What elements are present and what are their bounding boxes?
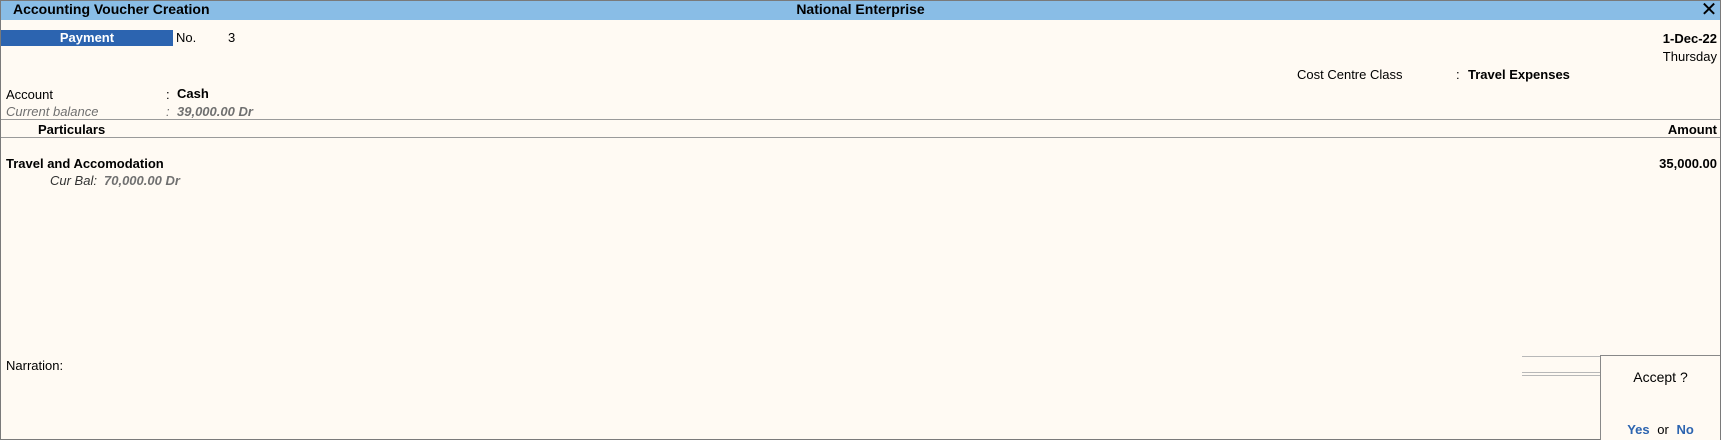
- cur-bal-label: Cur Bal:: [50, 173, 97, 188]
- current-balance-separator: :: [166, 104, 170, 119]
- account-field[interactable]: Cash: [177, 86, 209, 101]
- table-header-bottom-divider: [1, 137, 1720, 138]
- particular-ledger[interactable]: Travel and Accomodation: [6, 156, 164, 171]
- voucher-window: Accounting Voucher Creation National Ent…: [0, 0, 1721, 440]
- current-balance-value: 39,000.00 Dr: [177, 104, 253, 119]
- particular-amount[interactable]: 35,000.00: [1659, 156, 1717, 171]
- voucher-no-field[interactable]: 3: [228, 30, 235, 45]
- account-separator: :: [166, 87, 170, 102]
- accept-options: Yes or No: [1601, 422, 1720, 437]
- total-divider-lower-2: [1522, 375, 1600, 376]
- or-text: or: [1657, 422, 1669, 437]
- narration-field[interactable]: [76, 358, 476, 374]
- narration-label: Narration:: [6, 358, 64, 373]
- cur-bal-value: 70,000.00 Dr: [104, 173, 180, 188]
- cost-centre-separator: :: [1456, 67, 1460, 82]
- voucher-type-badge[interactable]: Payment: [1, 30, 173, 46]
- voucher-date-field[interactable]: 1-Dec-22: [1663, 31, 1717, 46]
- yes-button[interactable]: Yes: [1627, 422, 1649, 437]
- close-icon[interactable]: ✕: [1700, 0, 1718, 20]
- title-bar: Accounting Voucher Creation National Ent…: [1, 0, 1720, 20]
- voucher-no-label: No.: [176, 30, 197, 45]
- no-button[interactable]: No: [1676, 422, 1693, 437]
- voucher-day: Thursday: [1662, 49, 1717, 64]
- total-divider-upper: [1522, 356, 1600, 357]
- amount-column-header: Amount: [1667, 122, 1717, 137]
- account-label: Account: [6, 87, 53, 102]
- accept-question: Accept ?: [1633, 369, 1688, 385]
- table-header-top-divider: [1, 119, 1720, 120]
- cost-centre-label: Cost Centre Class: [1297, 67, 1403, 82]
- current-balance-label: Current balance: [6, 104, 99, 119]
- company-name: National Enterprise: [796, 1, 925, 17]
- cost-centre-field[interactable]: Travel Expenses: [1468, 67, 1570, 82]
- particulars-column-header: Particulars: [38, 122, 106, 137]
- accept-dialog: Accept ? Yes or No: [1600, 355, 1720, 440]
- total-divider-lower-1: [1522, 372, 1600, 373]
